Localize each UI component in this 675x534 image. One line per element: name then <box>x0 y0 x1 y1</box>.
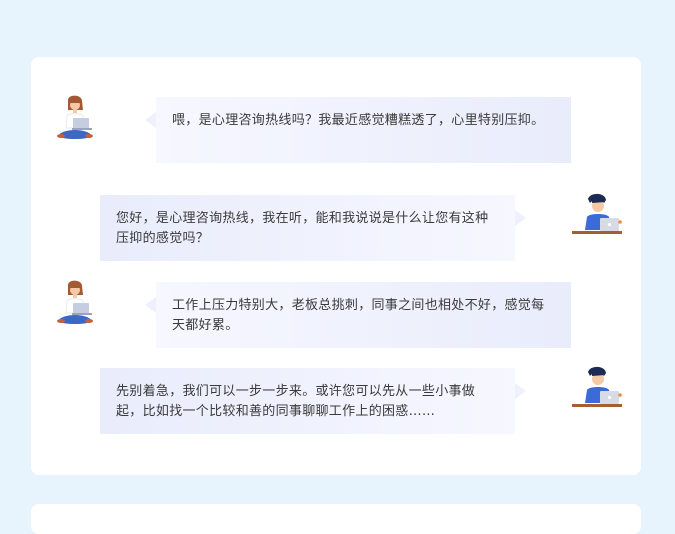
bubble-tail <box>515 383 526 399</box>
message-bubble-user: 工作上压力特别大，老板总挑刺，同事之间也相处不好，感觉每天都好累。 <box>145 282 571 348</box>
man-at-desk-with-laptop-icon <box>571 192 623 244</box>
bubble-tail <box>145 297 156 313</box>
bubble-tail <box>145 112 156 128</box>
man-at-desk-with-laptop-icon <box>571 365 623 417</box>
woman-with-laptop-icon <box>52 94 104 146</box>
message-bubble-counselor: 您好，是心理咨询热线，我在听，能和我说说是什么让您有这种压抑的感觉吗？ <box>100 195 526 261</box>
message-text: 您好，是心理咨询热线，我在听，能和我说说是什么让您有这种压抑的感觉吗？ <box>116 211 489 246</box>
bubble-tail <box>515 210 526 226</box>
woman-with-laptop-icon <box>52 279 104 331</box>
message-bubble-user: 喂，是心理咨询热线吗？我最近感觉糟糕透了，心里特别压抑。 <box>145 97 571 163</box>
message-text: 工作上压力特别大，老板总挑刺，同事之间也相处不好，感觉每天都好累。 <box>172 298 545 333</box>
message-text: 喂，是心理咨询热线吗？我最近感觉糟糕透了，心里特别压抑。 <box>172 113 545 128</box>
message-text: 先别着急，我们可以一步一步来。或许您可以先从一些小事做起，比如找一个比较和善的同… <box>116 384 476 419</box>
message-bubble-counselor: 先别着急，我们可以一步一步来。或许您可以先从一些小事做起，比如找一个比较和善的同… <box>100 368 526 434</box>
